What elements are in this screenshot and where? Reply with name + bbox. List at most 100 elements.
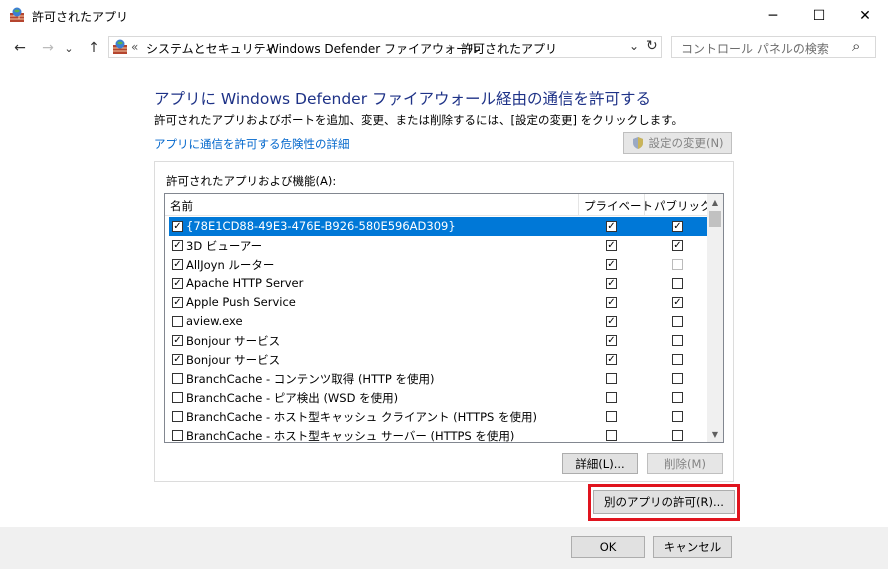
- table-row[interactable]: BranchCache - ホスト型キャッシュ サーバー (HTTPS を使用): [165, 426, 707, 445]
- private-checkbox[interactable]: ✓: [606, 221, 617, 232]
- public-checkbox[interactable]: [672, 335, 683, 346]
- app-name: Apple Push Service: [186, 295, 296, 309]
- app-name: Apache HTTP Server: [186, 276, 304, 290]
- page-heading: アプリに Windows Defender ファイアウォール経由の通信を許可する: [154, 90, 652, 108]
- public-checkbox[interactable]: [672, 316, 683, 327]
- remove-button[interactable]: 削除(M): [647, 453, 723, 474]
- maximize-button[interactable]: ☐: [796, 0, 842, 31]
- page-description: 許可されたアプリおよびポートを追加、変更、または削除するには、[設定の変更] を…: [154, 113, 683, 127]
- change-settings-button[interactable]: 設定の変更(N): [623, 132, 732, 154]
- public-checkbox[interactable]: ✓: [672, 297, 683, 308]
- enabled-checkbox[interactable]: [172, 373, 183, 384]
- search-placeholder: コントロール パネルの検索: [681, 42, 829, 56]
- allowed-apps-label: 許可されたアプリおよび機能(A):: [166, 174, 337, 188]
- enabled-checkbox[interactable]: ✓: [172, 240, 183, 251]
- refresh-icon[interactable]: ↻: [646, 38, 658, 54]
- private-checkbox[interactable]: ✓: [606, 259, 617, 270]
- public-checkbox[interactable]: [672, 373, 683, 384]
- scroll-thumb[interactable]: [709, 211, 721, 227]
- enabled-checkbox[interactable]: ✓: [172, 221, 183, 232]
- enabled-checkbox[interactable]: ✓: [172, 297, 183, 308]
- app-name: BranchCache - ホスト型キャッシュ クライアント (HTTPS を使…: [186, 410, 537, 424]
- cancel-button[interactable]: キャンセル: [653, 536, 732, 558]
- back-arrow-icon[interactable]: ←: [10, 39, 30, 57]
- app-rows: ✓ {78E1CD88-49E3-476E-B926-580E596AD309} ✓…: [165, 217, 707, 445]
- table-row[interactable]: ✓ Apache HTTP Server ✓: [165, 274, 707, 293]
- address-dropdown-chevron-icon[interactable]: ⌄: [629, 39, 639, 53]
- change-settings-label: 設定の変更(N): [648, 136, 724, 150]
- table-row[interactable]: ✓ Apple Push Service ✓ ✓: [165, 293, 707, 312]
- public-checkbox[interactable]: ✓: [672, 221, 683, 232]
- private-checkbox[interactable]: ✓: [606, 278, 617, 289]
- column-divider[interactable]: [578, 194, 579, 215]
- table-row[interactable]: ✓ 3D ビューアー ✓ ✓: [165, 236, 707, 255]
- table-row[interactable]: aview.exe ✓: [165, 312, 707, 331]
- details-button[interactable]: 詳細(L)...: [562, 453, 638, 474]
- search-icon[interactable]: ⌕: [852, 37, 860, 55]
- enabled-checkbox[interactable]: ✓: [172, 259, 183, 270]
- table-row[interactable]: BranchCache - ホスト型キャッシュ クライアント (HTTPS を使…: [165, 407, 707, 426]
- public-checkbox[interactable]: [672, 392, 683, 403]
- recent-locations-chevron-icon[interactable]: ⌄: [62, 39, 76, 57]
- public-checkbox[interactable]: [672, 259, 683, 270]
- control-panel-icon: [112, 39, 128, 55]
- private-checkbox[interactable]: [606, 411, 617, 422]
- minimize-button[interactable]: ─: [750, 0, 796, 31]
- enabled-checkbox[interactable]: [172, 411, 183, 422]
- breadcrumb-overflow[interactable]: «: [131, 40, 138, 54]
- allow-another-app-button[interactable]: 別のアプリの許可(R)...: [593, 490, 735, 514]
- enabled-checkbox[interactable]: ✓: [172, 278, 183, 289]
- private-checkbox[interactable]: ✓: [606, 335, 617, 346]
- app-name: BranchCache - ホスト型キャッシュ サーバー (HTTPS を使用): [186, 429, 515, 443]
- private-checkbox[interactable]: ✓: [606, 316, 617, 327]
- app-name: aview.exe: [186, 314, 243, 328]
- column-divider[interactable]: [644, 194, 645, 215]
- private-checkbox[interactable]: [606, 373, 617, 384]
- private-checkbox[interactable]: [606, 392, 617, 403]
- table-row[interactable]: ✓ {78E1CD88-49E3-476E-B926-580E596AD309} ✓…: [165, 217, 707, 236]
- uac-shield-icon: [633, 137, 644, 149]
- list-scrollbar[interactable]: [707, 194, 723, 442]
- public-checkbox[interactable]: [672, 278, 683, 289]
- private-checkbox[interactable]: ✓: [606, 240, 617, 251]
- close-button[interactable]: ✕: [842, 0, 888, 31]
- enabled-checkbox[interactable]: ✓: [172, 354, 183, 365]
- public-checkbox[interactable]: [672, 411, 683, 422]
- public-checkbox[interactable]: [672, 354, 683, 365]
- app-name: Bonjour サービス: [186, 334, 281, 348]
- table-row[interactable]: BranchCache - ピア検出 (WSD を使用): [165, 388, 707, 407]
- table-row[interactable]: ✓ AllJoyn ルーター ✓: [165, 255, 707, 274]
- scroll-down-arrow-icon[interactable]: ▼: [707, 426, 723, 442]
- risk-details-link[interactable]: アプリに通信を許可する危険性の詳細: [154, 136, 350, 152]
- enabled-checkbox[interactable]: [172, 316, 183, 327]
- column-header-public[interactable]: パブリック: [654, 198, 712, 214]
- table-row[interactable]: BranchCache - コンテンツ取得 (HTTP を使用): [165, 369, 707, 388]
- breadcrumb-separator[interactable]: ›: [254, 40, 258, 53]
- breadcrumb-separator[interactable]: ›: [448, 40, 452, 53]
- enabled-checkbox[interactable]: ✓: [172, 335, 183, 346]
- table-row[interactable]: ✓ Bonjour サービス ✓: [165, 331, 707, 350]
- enabled-checkbox[interactable]: [172, 430, 183, 441]
- column-header-name[interactable]: 名前: [170, 198, 193, 214]
- private-checkbox[interactable]: [606, 430, 617, 441]
- row-name-area[interactable]: [169, 312, 707, 331]
- public-checkbox[interactable]: ✓: [672, 240, 683, 251]
- app-name: Bonjour サービス: [186, 353, 281, 367]
- column-header-private[interactable]: プライベート: [584, 198, 653, 214]
- enabled-checkbox[interactable]: [172, 392, 183, 403]
- ok-button[interactable]: OK: [571, 536, 645, 558]
- dialog-footer: [0, 528, 888, 569]
- up-arrow-icon[interactable]: ↑: [84, 39, 104, 57]
- breadcrumb-allowed-apps[interactable]: 許可されたアプリ: [461, 40, 557, 57]
- scroll-up-arrow-icon[interactable]: ▲: [707, 194, 723, 210]
- app-name: {78E1CD88-49E3-476E-B926-580E596AD309}: [186, 219, 456, 233]
- private-checkbox[interactable]: ✓: [606, 297, 617, 308]
- app-name: AllJoyn ルーター: [186, 258, 275, 272]
- window-title: 許可されたアプリ: [32, 10, 129, 24]
- forward-arrow-icon[interactable]: →: [38, 39, 58, 57]
- public-checkbox[interactable]: [672, 430, 683, 441]
- table-row[interactable]: ✓ Bonjour サービス ✓: [165, 350, 707, 369]
- app-name: BranchCache - ピア検出 (WSD を使用): [186, 391, 399, 405]
- app-name: 3D ビューアー: [186, 239, 263, 253]
- private-checkbox[interactable]: ✓: [606, 354, 617, 365]
